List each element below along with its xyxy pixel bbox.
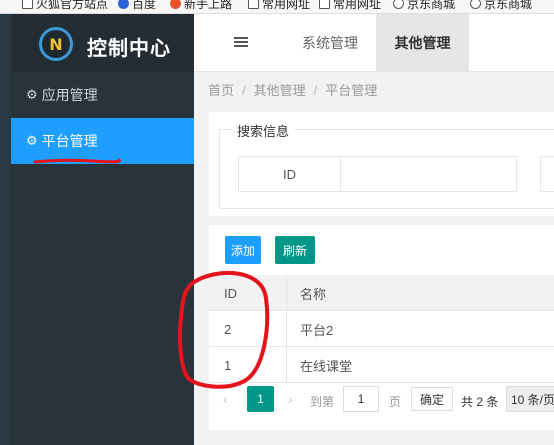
globe-icon <box>470 0 481 9</box>
page-unit-label: 页 <box>389 395 402 409</box>
globe-icon <box>393 0 404 9</box>
app-title: 控制中心 <box>87 38 171 60</box>
sidebar-item-app-management[interactable]: ⚙ 应用管理 <box>11 72 194 118</box>
search-legend: 搜索信息 <box>232 121 295 140</box>
menu-toggle-icon[interactable] <box>234 37 248 48</box>
gear-icon: ⚙ <box>26 133 38 148</box>
bookmark-item[interactable]: 火狐官方站点 <box>22 0 108 12</box>
paw-icon <box>118 0 129 9</box>
goto-label: 到第 <box>310 395 335 409</box>
bookmark-item[interactable]: 常用网址 <box>248 0 310 12</box>
tab-other-management[interactable]: 其他管理 <box>376 14 469 72</box>
refresh-button[interactable]: 刷新 <box>275 236 315 264</box>
tab-system-management[interactable]: 系统管理 <box>284 14 376 72</box>
folder-icon <box>319 0 330 9</box>
bookmark-item[interactable]: 新手上路 <box>170 0 232 12</box>
total-count: 共 2 条 <box>461 395 499 409</box>
folder-icon <box>22 0 33 9</box>
id-search-input[interactable] <box>340 156 517 192</box>
bookmark-item[interactable]: 常用网址 <box>319 0 381 12</box>
column-header-name[interactable]: 名称 <box>287 275 326 311</box>
cell-name: 在线课堂 <box>300 358 353 374</box>
id-label: ID <box>238 156 341 192</box>
page-size-select[interactable]: 10 条/页 <box>506 386 554 412</box>
sidebar-header: N 控制中心 <box>11 14 194 72</box>
search-panel: 搜索信息 ID <box>209 112 554 216</box>
secondary-search-input[interactable] <box>540 156 554 192</box>
breadcrumb-current: 平台管理 <box>325 83 378 98</box>
prev-page-icon[interactable]: ‹ <box>223 391 228 407</box>
bookmark-item[interactable]: 百度 <box>118 0 156 12</box>
goto-page-input[interactable]: 1 <box>343 386 379 412</box>
annotation-circle <box>178 271 270 389</box>
bookmarks-bar: 火狐官方站点 百度 新手上路 常用网址 常用网址 京东商城 京东商城 <box>0 0 554 14</box>
gear-icon: ⚙ <box>26 87 38 102</box>
search-fieldset: 搜索信息 ID <box>219 121 554 209</box>
top-header: 系统管理 其他管理 <box>194 14 554 72</box>
confirm-button[interactable]: 确定 <box>411 387 453 411</box>
cell-name: 平台2 <box>300 322 334 338</box>
breadcrumb-other[interactable]: 其他管理 <box>254 83 306 98</box>
bookmark-item[interactable]: 京东商城 <box>393 0 455 12</box>
add-button[interactable]: 添加 <box>225 236 261 264</box>
breadcrumb-home[interactable]: 首页 <box>208 83 234 98</box>
breadcrumb: 首页 / 其他管理 / 平台管理 <box>208 83 378 98</box>
folder-icon <box>248 0 259 9</box>
firefox-icon <box>170 0 181 9</box>
next-page-icon[interactable]: › <box>288 391 293 407</box>
annotation-underline <box>33 158 121 164</box>
bookmark-item[interactable]: 京东商城 <box>470 0 532 12</box>
logo-icon: N <box>39 27 73 61</box>
page-bottom-gap <box>194 430 554 445</box>
